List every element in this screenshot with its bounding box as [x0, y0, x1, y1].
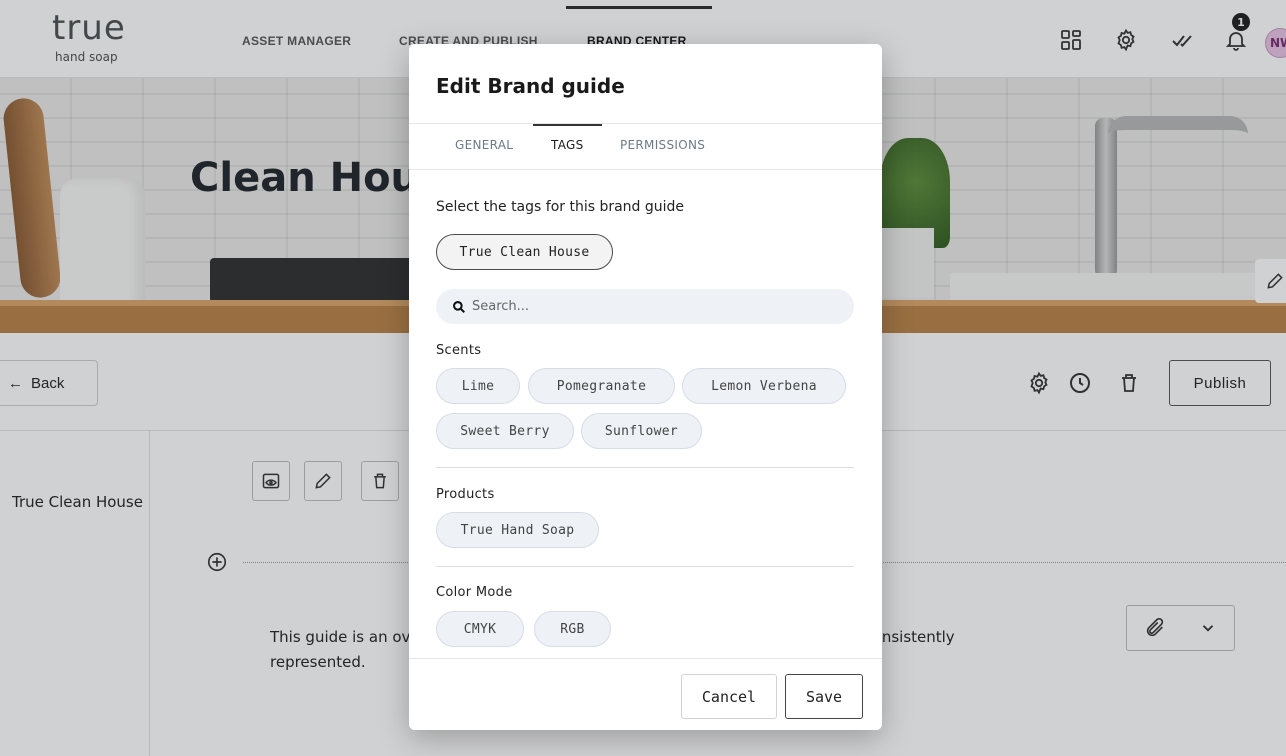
- group-divider: [436, 566, 854, 567]
- search-input[interactable]: [472, 299, 832, 314]
- modal-title-divider: [409, 123, 882, 124]
- group-label-products: Products: [436, 487, 495, 502]
- tag-chip-cmyk[interactable]: CMYK: [436, 611, 524, 647]
- modal-title: Edit Brand guide: [436, 74, 625, 98]
- active-tab-indicator: [533, 124, 602, 126]
- search-icon: [453, 300, 465, 313]
- selected-tag-chip[interactable]: True Clean House: [436, 234, 613, 270]
- tag-chip-sweet-berry[interactable]: Sweet Berry: [436, 413, 574, 449]
- tag-chip-lime[interactable]: Lime: [436, 368, 520, 404]
- save-button[interactable]: Save: [785, 674, 863, 719]
- tag-chip-rgb[interactable]: RGB: [534, 611, 611, 647]
- tag-chip-sunflower[interactable]: Sunflower: [581, 413, 702, 449]
- tag-chip-lemon-verbena[interactable]: Lemon Verbena: [682, 368, 846, 404]
- tabs-divider: [409, 169, 882, 170]
- cancel-button[interactable]: Cancel: [681, 674, 777, 719]
- tab-permissions[interactable]: PERMISSIONS: [620, 138, 705, 152]
- group-label-scents: Scents: [436, 343, 482, 358]
- tag-chip-true-hand-soap[interactable]: True Hand Soap: [436, 512, 599, 548]
- modal-footer: Cancel Save: [409, 658, 882, 730]
- tags-prompt: Select the tags for this brand guide: [436, 199, 685, 215]
- group-divider: [436, 467, 854, 468]
- tab-tags[interactable]: TAGS: [551, 138, 584, 152]
- group-label-color-mode: Color Mode: [436, 585, 513, 600]
- tag-search[interactable]: [436, 289, 854, 324]
- edit-brand-guide-modal: Edit Brand guide GENERAL TAGS PERMISSION…: [409, 44, 882, 730]
- tab-general[interactable]: GENERAL: [455, 138, 513, 152]
- tag-chip-pomegranate[interactable]: Pomegranate: [528, 368, 675, 404]
